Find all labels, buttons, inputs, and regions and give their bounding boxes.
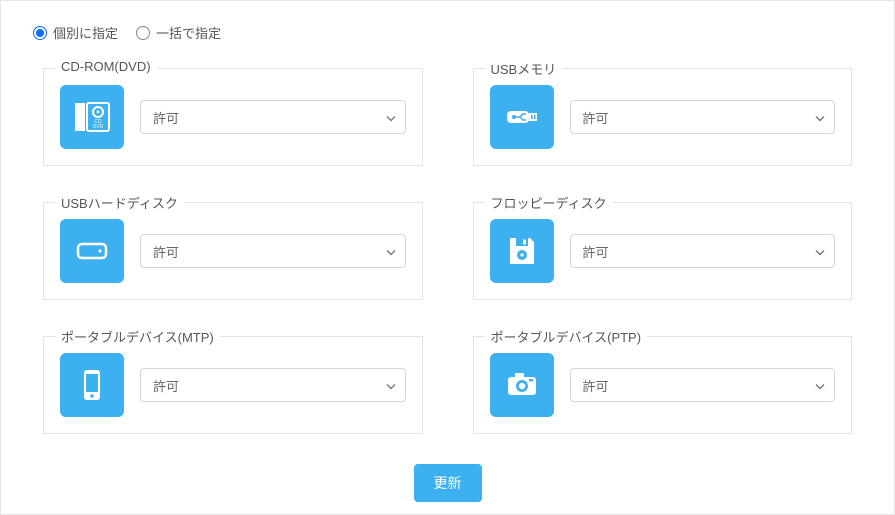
device-card-floppy: フロッピーディスク 許可 xyxy=(473,202,853,300)
device-floppy-select[interactable]: 許可 xyxy=(570,234,836,268)
device-label: CD-ROM(DVD) xyxy=(55,59,157,74)
mode-batch-radio[interactable]: 一括で指定 xyxy=(136,23,221,42)
mode-radio-group: 個別に指定 一括で指定 xyxy=(33,23,862,42)
button-row: 更新 xyxy=(33,464,862,502)
device-card-cdrom: CD-ROM(DVD) CD DVD 許可 xyxy=(43,68,423,166)
camera-icon xyxy=(490,353,554,417)
svg-text:DVD: DVD xyxy=(93,124,104,130)
device-mtp-select[interactable]: 許可 xyxy=(140,368,406,402)
select-value: 許可 xyxy=(153,108,179,127)
mode-individual-label: 個別に指定 xyxy=(53,23,118,42)
device-cdrom-select[interactable]: 許可 xyxy=(140,100,406,134)
device-card-usbhdd: USBハードディスク 許可 xyxy=(43,202,423,300)
device-label: USBメモリ xyxy=(485,59,563,78)
device-card-usbmem: USBメモリ 許可 xyxy=(473,68,853,166)
device-card-mtp: ポータブルデバイス(MTP) 許可 xyxy=(43,336,423,434)
hard-disk-icon xyxy=(60,219,124,283)
device-ptp-select[interactable]: 許可 xyxy=(570,368,836,402)
select-value: 許可 xyxy=(583,376,609,395)
floppy-disk-icon xyxy=(490,219,554,283)
device-usbmem-select[interactable]: 許可 xyxy=(570,100,836,134)
mode-batch-label: 一括で指定 xyxy=(156,23,221,42)
select-value: 許可 xyxy=(583,108,609,127)
select-value: 許可 xyxy=(153,376,179,395)
device-card-ptp: ポータブルデバイス(PTP) 許可 xyxy=(473,336,853,434)
device-label: USBハードディスク xyxy=(55,193,184,212)
cdrom-icon: CD DVD xyxy=(60,85,124,149)
device-usbhdd-select[interactable]: 許可 xyxy=(140,234,406,268)
smartphone-icon xyxy=(60,353,124,417)
device-label: ポータブルデバイス(PTP) xyxy=(485,327,648,346)
device-label: ポータブルデバイス(MTP) xyxy=(55,327,220,346)
radio-icon xyxy=(33,26,47,40)
update-button[interactable]: 更新 xyxy=(414,464,482,502)
select-value: 許可 xyxy=(153,242,179,261)
device-cards-grid: CD-ROM(DVD) CD DVD 許可 xyxy=(33,68,862,434)
usb-memory-icon xyxy=(490,85,554,149)
select-value: 許可 xyxy=(583,242,609,261)
mode-individual-radio[interactable]: 個別に指定 xyxy=(33,23,118,42)
device-label: フロッピーディスク xyxy=(485,193,613,212)
radio-icon xyxy=(136,26,150,40)
